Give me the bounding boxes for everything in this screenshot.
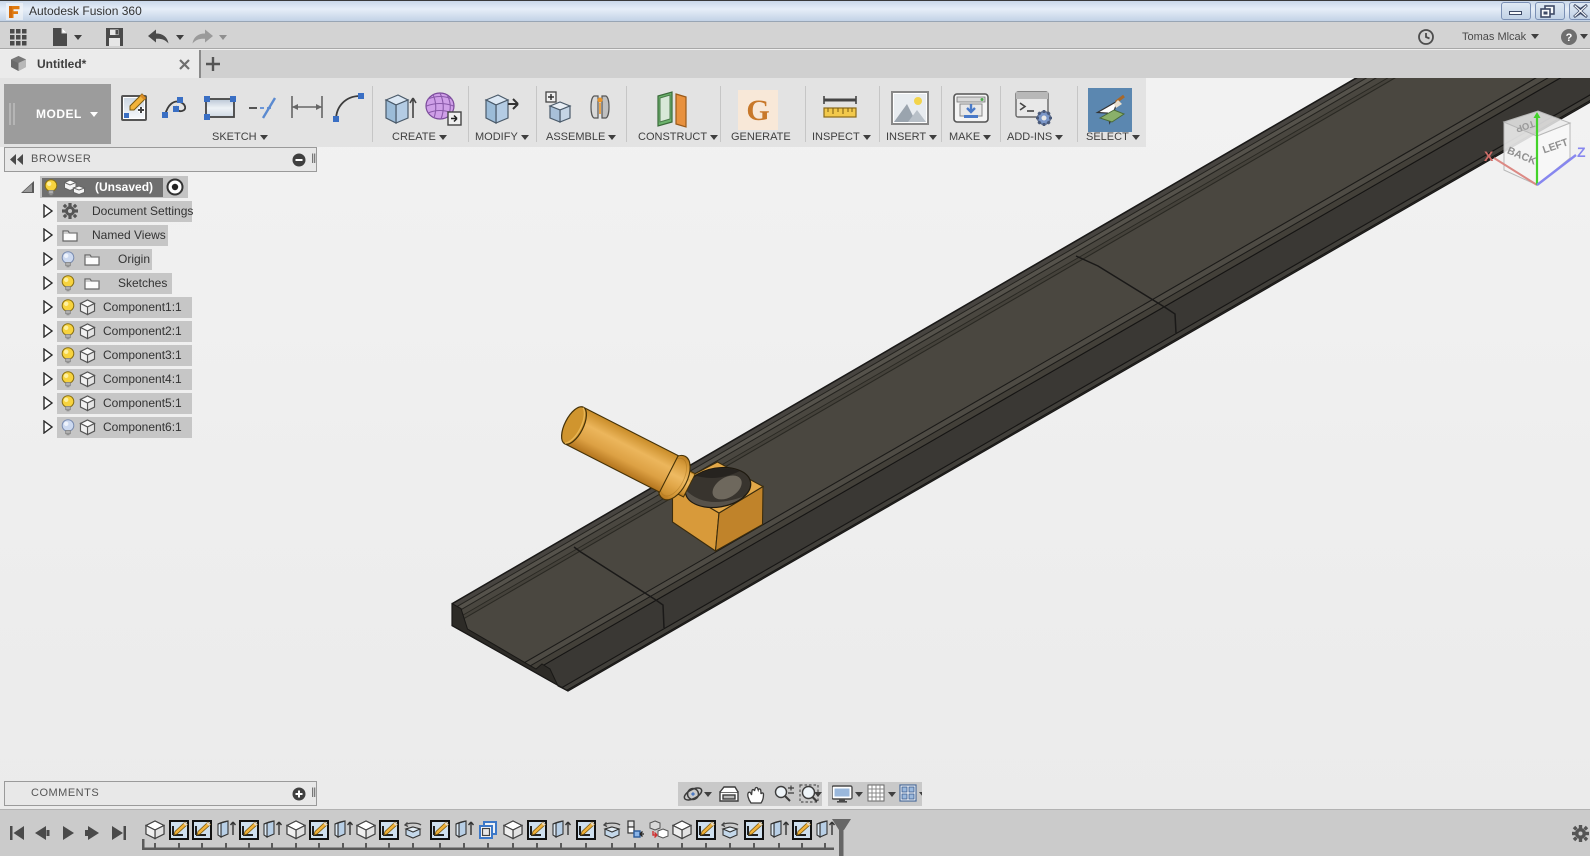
svg-text:X: X: [1484, 148, 1494, 164]
svg-text:Z: Z: [1577, 144, 1586, 160]
svg-text:?: ?: [1566, 32, 1573, 44]
svg-text:G: G: [746, 94, 769, 127]
